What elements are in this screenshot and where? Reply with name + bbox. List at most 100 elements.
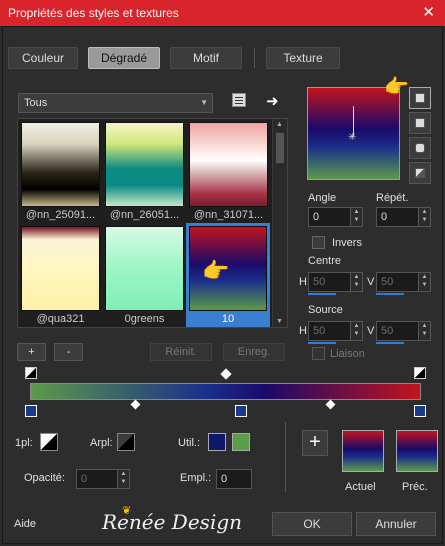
reset-button[interactable]: Réinit. <box>150 343 212 361</box>
gradient-label-3: @nn_31071... <box>193 209 264 221</box>
remove-gradient-button[interactable]: - <box>54 343 83 361</box>
style-sunburst-button[interactable] <box>409 137 431 159</box>
library-icon[interactable] <box>232 93 246 107</box>
empl-value: 0 <box>221 473 228 485</box>
source-v-slider[interactable] <box>376 342 404 344</box>
tab-couleur[interactable]: Couleur <box>8 47 78 69</box>
tab-degrade[interactable]: Dégradé <box>88 47 160 69</box>
spin-arrows-icon[interactable]: ▲ ▼ <box>418 208 430 226</box>
style-rectangular-button[interactable] <box>409 112 431 134</box>
window-title: Propriétés des styles et textures <box>8 6 179 20</box>
center-h-spinner[interactable]: 50 ▲ ▼ <box>308 272 363 292</box>
color-stop-left[interactable] <box>25 405 37 417</box>
color-stop-right[interactable] <box>414 405 426 417</box>
center-v-slider[interactable] <box>376 293 404 295</box>
opacity-stop-label: 1pl: <box>15 437 33 449</box>
invert-label: Invers <box>332 237 362 249</box>
center-h-label: H <box>299 276 307 288</box>
add-gradient-button[interactable]: + <box>17 343 46 361</box>
opacity-stop-left[interactable] <box>25 367 37 379</box>
title-bar: Propriétés des styles et textures ✕ <box>0 0 445 26</box>
gradient-thumb-1[interactable] <box>21 122 100 207</box>
source-h-slider[interactable] <box>308 342 336 344</box>
scroll-thumb[interactable] <box>276 133 284 163</box>
current-preview[interactable] <box>342 430 384 472</box>
empl-label: Empl.: <box>180 472 212 484</box>
scroll-down-icon[interactable]: ▼ <box>276 318 283 325</box>
save-button[interactable]: Enreg. <box>223 343 285 361</box>
tab-texture[interactable]: Texture <box>266 47 340 69</box>
repeat-label: Répét. <box>376 192 409 204</box>
center-h-value: 50 <box>313 276 326 288</box>
center-v-spinner[interactable]: 50 ▲ ▼ <box>376 272 431 292</box>
butterfly-icon: ❦ <box>122 505 132 517</box>
previous-preview[interactable] <box>396 430 438 472</box>
chevron-down-icon: ▼ <box>200 98 208 107</box>
arrow-right-icon[interactable]: ➜ <box>266 92 279 110</box>
pointer-hand-icon: 👉 <box>202 258 230 283</box>
spin-arrows-icon[interactable]: ▲ ▼ <box>418 273 430 291</box>
opacity-stop-swatch[interactable] <box>40 433 58 451</box>
style-linear-button[interactable] <box>409 87 431 109</box>
util-color-dark[interactable] <box>208 433 226 451</box>
center-label: Centre <box>308 255 342 267</box>
gradient-label-4: @qua321 <box>36 313 85 325</box>
util-color-green[interactable] <box>232 433 250 451</box>
source-label: Source <box>308 304 343 316</box>
tab-motif[interactable]: Motif <box>170 47 242 69</box>
gradient-thumb-4[interactable] <box>21 226 100 311</box>
spin-arrows-icon[interactable]: ▲ ▼ <box>117 470 129 488</box>
scroll-up-icon[interactable]: ▲ <box>276 121 283 128</box>
gradient-bar[interactable] <box>30 383 421 400</box>
spin-arrows-icon[interactable]: ▲ ▼ <box>350 273 362 291</box>
opacite-spinner[interactable]: 0 ▲ ▼ <box>76 469 130 489</box>
add-to-library-button[interactable]: + <box>302 430 328 456</box>
gradient-preview[interactable]: ✳ <box>307 87 400 180</box>
tab-separator <box>254 48 255 68</box>
center-h-slider[interactable] <box>308 293 336 295</box>
opacite-value: 0 <box>81 473 88 485</box>
source-h-value: 50 <box>313 325 326 337</box>
previous-label: Préc. <box>402 481 428 493</box>
arpl-swatch[interactable] <box>117 433 135 451</box>
source-h-spinner[interactable]: 50 ▲ ▼ <box>308 321 363 341</box>
util-label: Util.: <box>178 437 200 449</box>
spin-arrows-icon[interactable]: ▲ ▼ <box>350 322 362 340</box>
gradient-thumb-5[interactable] <box>105 226 184 311</box>
pointer-hand-icon-2: 👉 <box>384 76 409 98</box>
gradient-list-scrollbar[interactable]: ▲ ▼ <box>272 119 287 327</box>
empl-input[interactable]: 0 <box>216 469 252 489</box>
gradient-label-5: 0greens <box>124 313 165 325</box>
source-h-label: H <box>299 325 307 337</box>
link-checkbox[interactable] <box>312 347 325 360</box>
repeat-spinner[interactable]: 0 ▲ ▼ <box>376 207 431 227</box>
link-label: Liaison <box>330 348 365 360</box>
source-v-label: V <box>367 325 375 337</box>
close-icon[interactable]: ✕ <box>422 3 435 21</box>
help-link[interactable]: Aide <box>14 518 36 530</box>
source-v-spinner[interactable]: 50 ▲ ▼ <box>376 321 431 341</box>
category-dropdown[interactable]: Tous ▼ <box>18 93 213 113</box>
gradient-label-2: @nn_26051... <box>109 209 180 221</box>
style-radial-button[interactable] <box>409 162 431 184</box>
ok-button[interactable]: OK <box>272 512 352 536</box>
category-value: Tous <box>24 97 48 109</box>
angle-spinner[interactable]: 0 ▲ ▼ <box>308 207 363 227</box>
center-v-label: V <box>367 276 375 288</box>
current-label: Actuel <box>345 481 376 493</box>
center-marker-icon[interactable]: ✳ <box>348 132 356 143</box>
source-v-value: 50 <box>381 325 394 337</box>
gradient-thumb-3[interactable] <box>189 122 268 207</box>
invert-checkbox[interactable] <box>312 236 325 249</box>
arpl-label: Arpl: <box>90 437 113 449</box>
color-stop-middle[interactable] <box>235 405 247 417</box>
spin-arrows-icon[interactable]: ▲ ▼ <box>418 322 430 340</box>
opacite-label: Opacité: <box>24 472 65 484</box>
gradient-thumb-2[interactable] <box>105 122 184 207</box>
spin-arrows-icon[interactable]: ▲ ▼ <box>350 208 362 226</box>
repeat-value: 0 <box>381 211 388 223</box>
opacity-stop-right[interactable] <box>414 367 426 379</box>
gradient-label-6: 10 <box>188 313 268 325</box>
bottom-separator <box>285 422 286 492</box>
cancel-button[interactable]: Annuler <box>356 512 436 536</box>
